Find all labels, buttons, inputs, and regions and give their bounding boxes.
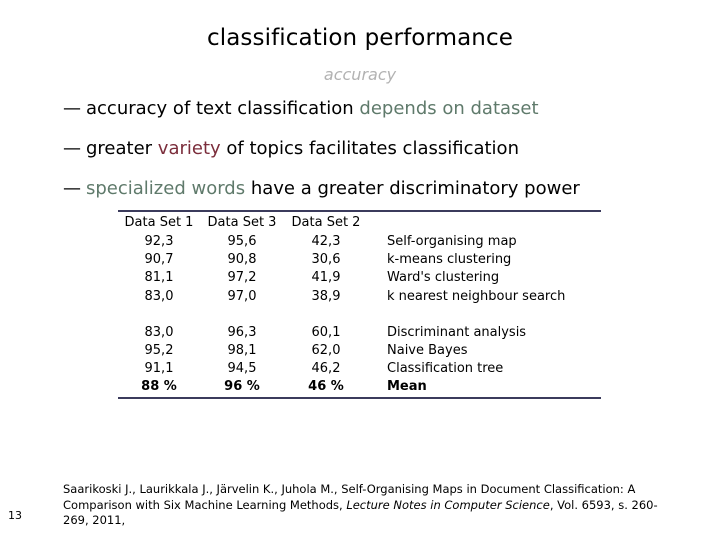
performance-table-wrapper: Data Set 1 Data Set 3 Data Set 2 92,3 95… xyxy=(118,210,601,399)
table-header-row: Data Set 1 Data Set 3 Data Set 2 xyxy=(118,212,620,233)
bullet-list: — accuracy of text classification depends… xyxy=(63,100,683,220)
page-subtitle: accuracy xyxy=(323,65,397,84)
cell-data-set-3: 94,5 xyxy=(227,361,257,377)
cell-data-set-3: 96,3 xyxy=(227,324,257,340)
table-header: Data Set 1 Data Set 3 Data Set 2 xyxy=(118,212,620,233)
cell-data-set-2: 41,9 xyxy=(311,270,341,286)
page-title: classification performance xyxy=(207,25,513,51)
cell-data-set-3: 95,6 xyxy=(227,233,257,249)
bullet-dash-icon: — xyxy=(63,98,81,119)
cell-data-set-3: 98,1 xyxy=(227,342,257,358)
column-header-data-set-2: Data Set 2 xyxy=(291,215,361,230)
bullet-text-highlight-3: specialized words xyxy=(86,178,246,199)
cell-data-set-2: 60,1 xyxy=(311,324,341,340)
cell-data-set-1: 81,1 xyxy=(144,270,174,286)
cell-data-set-2: 46,2 xyxy=(311,361,341,377)
cell-mean-data-set-3: 96 % xyxy=(224,379,260,395)
cell-method-label: k-means clustering xyxy=(387,252,512,268)
page-number: 13 xyxy=(8,509,22,522)
cell-data-set-1: 91,1 xyxy=(144,361,174,377)
bullet-text-highlight-1: depends on dataset xyxy=(359,98,539,119)
table-row: 90,7 90,8 30,6 k-means clustering xyxy=(118,251,620,269)
table-row: 83,0 97,0 38,9 k nearest neighbour searc… xyxy=(118,288,620,324)
bullet-dash-icon: — xyxy=(63,178,81,199)
bullet-item-1: — accuracy of text classification depends… xyxy=(63,100,683,118)
cell-data-set-1: 90,7 xyxy=(144,252,174,268)
bullet-text-plain-b-2: of topics facilitates classification xyxy=(220,138,519,159)
bullet-item-2: — greater variety of topics facilitates c… xyxy=(63,140,683,158)
column-header-method xyxy=(368,212,620,233)
cell-mean-label: Mean xyxy=(387,379,427,395)
cell-data-set-3: 97,2 xyxy=(227,270,257,286)
citation-text: Saarikoski J., Laurikkala J., Järvelin K… xyxy=(63,482,678,529)
cell-method-label: Discriminant analysis xyxy=(387,324,527,340)
cell-data-set-2: 38,9 xyxy=(311,288,341,304)
bullet-text-highlight-2: variety xyxy=(157,138,221,159)
cell-mean-data-set-1: 88 % xyxy=(141,379,177,395)
cell-method-label: Self-organising map xyxy=(387,233,517,249)
citation-journal-title: Lecture Notes in Computer Science xyxy=(346,497,550,512)
column-header-data-set-1: Data Set 1 xyxy=(124,215,194,230)
bullet-text-plain-b-3: have a greater discriminatory power xyxy=(245,178,580,199)
cell-data-set-1: 83,0 xyxy=(144,288,174,304)
cell-data-set-3: 90,8 xyxy=(227,252,257,268)
cell-data-set-2: 42,3 xyxy=(311,233,341,249)
performance-table: Data Set 1 Data Set 3 Data Set 2 92,3 95… xyxy=(118,212,620,397)
cell-data-set-3: 97,0 xyxy=(227,288,257,304)
cell-method-label: Classification tree xyxy=(387,361,504,377)
bullet-text-plain-a-1: accuracy of text classification xyxy=(86,98,360,119)
table-row-mean: 88 % 96 % 46 % Mean xyxy=(118,378,620,396)
column-header-data-set-3: Data Set 3 xyxy=(207,215,277,230)
table-body: 92,3 95,6 42,3 Self-organising map 90,7 … xyxy=(118,233,620,397)
slide-canvas: classification performance accuracy — acc… xyxy=(0,0,720,540)
bullet-text-plain-a-2: greater xyxy=(86,138,158,159)
table-row: 83,0 96,3 60,1 Discriminant analysis xyxy=(118,324,620,342)
cell-data-set-2: 30,6 xyxy=(311,252,341,268)
table-row: 95,2 98,1 62,0 Naive Bayes xyxy=(118,342,620,360)
cell-data-set-2: 62,0 xyxy=(311,342,341,358)
table-row: 92,3 95,6 42,3 Self-organising map xyxy=(118,233,620,251)
table-row: 91,1 94,5 46,2 Classification tree xyxy=(118,360,620,378)
cell-data-set-1: 83,0 xyxy=(144,324,174,340)
table-bottom-rule xyxy=(118,396,601,399)
table-row: 81,1 97,2 41,9 Ward's clustering xyxy=(118,269,620,287)
cell-data-set-1: 95,2 xyxy=(144,342,174,358)
cell-method-label: Naive Bayes xyxy=(387,342,468,358)
cell-method-label: k nearest neighbour search xyxy=(387,288,566,304)
bullet-item-3: — specialized words have a greater discri… xyxy=(63,180,683,198)
cell-data-set-1: 92,3 xyxy=(144,233,174,249)
cell-mean-data-set-2: 46 % xyxy=(308,379,344,395)
bullet-dash-icon: — xyxy=(63,138,81,159)
cell-method-label: Ward's clustering xyxy=(387,270,500,286)
